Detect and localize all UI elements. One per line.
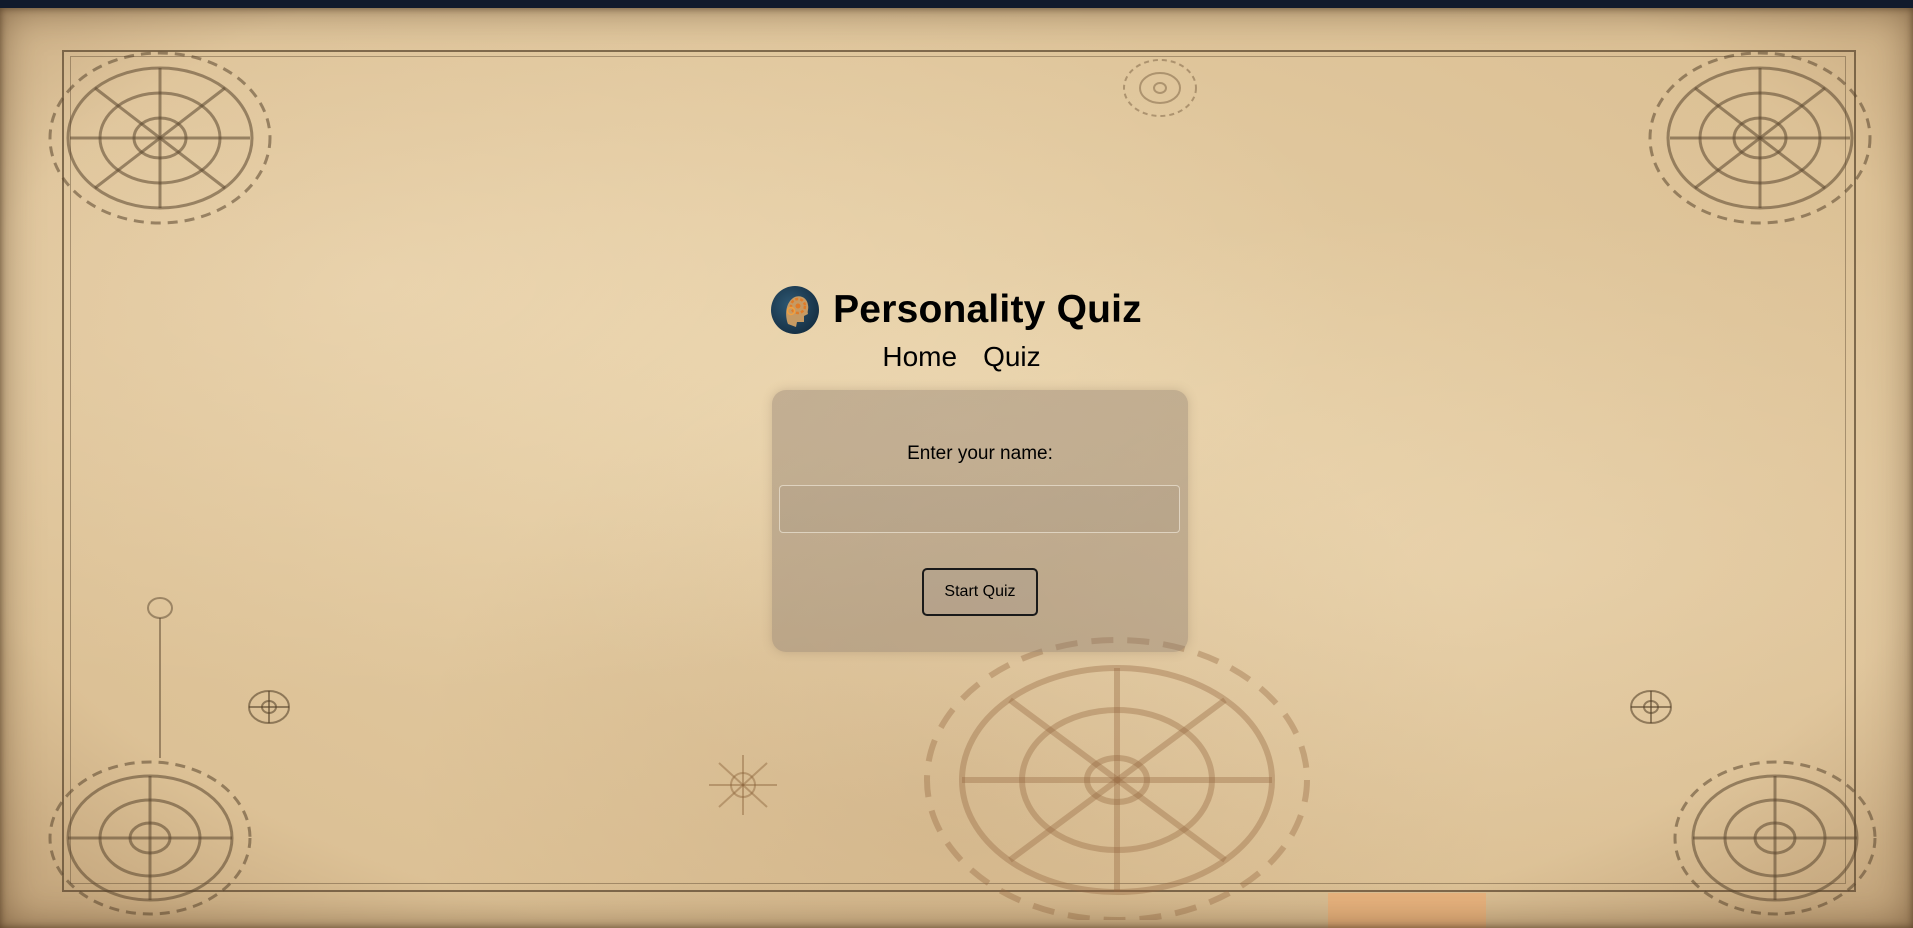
gear-icon [248, 690, 290, 724]
name-entry-card: Enter your name: Start Quiz [772, 390, 1188, 652]
browser-top-strip [0, 0, 1913, 8]
decorative-block [1328, 893, 1486, 928]
gear-icon [1123, 59, 1197, 117]
nav-link-quiz[interactable]: Quiz [983, 341, 1041, 373]
sun-decoration [709, 755, 777, 815]
pendulum-decoration [147, 597, 173, 758]
gear-icon [48, 51, 272, 225]
main-nav: Home Quiz [0, 341, 1913, 373]
site-header: Personality Quiz Home Quiz [0, 286, 1913, 373]
page-background: Personality Quiz Home Quiz Enter your na… [0, 8, 1913, 928]
gear-icon [48, 760, 252, 916]
gear-icon [1648, 51, 1872, 225]
start-quiz-button[interactable]: Start Quiz [922, 568, 1038, 616]
page-title: Personality Quiz [833, 288, 1142, 331]
brain-gear-head-logo-icon [771, 286, 820, 334]
gear-icon [924, 637, 1310, 920]
name-input[interactable] [779, 485, 1180, 533]
gear-icon [1673, 760, 1877, 916]
name-label: Enter your name: [907, 443, 1053, 464]
nav-link-home[interactable]: Home [882, 341, 957, 373]
title-row: Personality Quiz [771, 286, 1142, 334]
gear-icon [1630, 690, 1672, 724]
